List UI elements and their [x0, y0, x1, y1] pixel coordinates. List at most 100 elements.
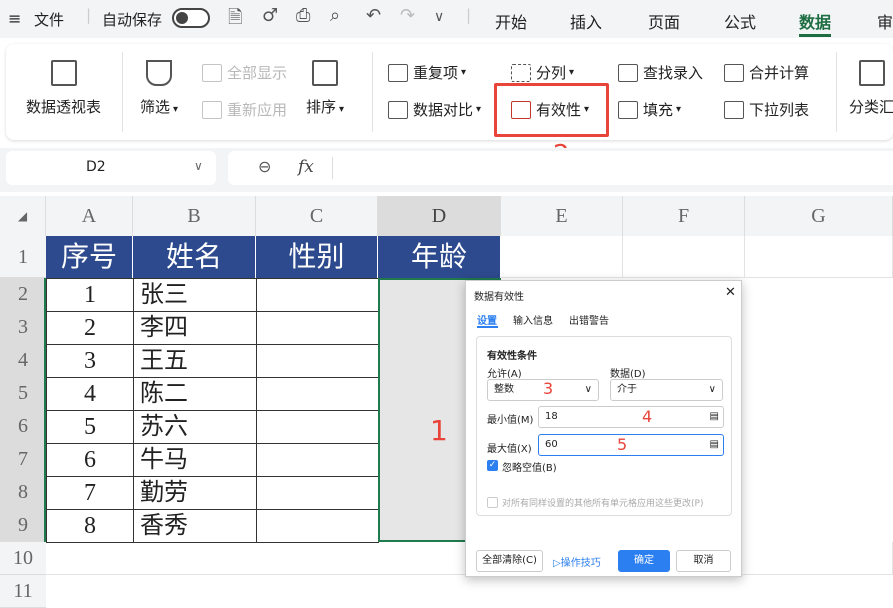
- gender-cell[interactable]: [256, 344, 379, 378]
- split-column-button[interactable]: 分列 ▾: [511, 62, 574, 83]
- column-header-g[interactable]: G: [745, 196, 893, 236]
- seq-cell[interactable]: 4: [46, 377, 134, 411]
- chevron-down-icon[interactable]: ∨: [434, 9, 444, 25]
- show-all-button[interactable]: 全部显示: [202, 62, 287, 83]
- gender-cell[interactable]: [256, 509, 379, 543]
- row-header-9[interactable]: 9: [0, 509, 46, 542]
- row-header-4[interactable]: 4: [0, 344, 46, 377]
- seq-cell[interactable]: 7: [46, 476, 134, 510]
- column-header-f[interactable]: F: [623, 196, 745, 236]
- cell[interactable]: [623, 236, 745, 278]
- consolidate-button[interactable]: 合并计算: [724, 62, 809, 83]
- ignore-blank-checkbox[interactable]: ✓: [487, 460, 498, 471]
- duplicates-button[interactable]: 重复项 ▾: [388, 62, 466, 83]
- range-picker-icon[interactable]: ▤: [710, 435, 719, 455]
- column-header-d[interactable]: D: [378, 196, 501, 236]
- undo-icon[interactable]: ↶: [366, 5, 381, 26]
- tab-input-message[interactable]: 输入信息: [513, 312, 553, 327]
- tab-review[interactable]: 审: [877, 9, 893, 33]
- name-cell[interactable]: 陈二: [133, 377, 257, 411]
- tab-data[interactable]: 数据: [799, 9, 832, 37]
- reapply-button[interactable]: 重新应用: [202, 99, 287, 120]
- allow-value: 整数: [494, 384, 514, 395]
- tab-page[interactable]: 页面: [648, 9, 680, 33]
- chevron-down-icon[interactable]: ∨: [194, 159, 203, 173]
- column-header-e[interactable]: E: [501, 196, 623, 236]
- tab-settings[interactable]: 设置: [477, 312, 497, 327]
- clear-all-button[interactable]: 全部清除(C): [476, 550, 543, 572]
- min-field[interactable]: 18 ▤: [538, 406, 724, 428]
- name-cell[interactable]: 牛马: [133, 443, 257, 477]
- header-cell-gender[interactable]: 性别: [256, 236, 378, 278]
- seq-cell[interactable]: 8: [46, 509, 134, 543]
- gender-cell[interactable]: [256, 410, 379, 444]
- seq-cell[interactable]: 1: [46, 278, 134, 312]
- file-menu[interactable]: 文件: [34, 9, 64, 30]
- max-field[interactable]: 60 ▤: [538, 434, 724, 456]
- column-header-b[interactable]: B: [133, 196, 256, 236]
- seq-cell[interactable]: 6: [46, 443, 134, 477]
- ok-button[interactable]: 确定: [618, 550, 670, 572]
- share-icon[interactable]: ♂: [262, 5, 278, 26]
- column-header-c[interactable]: C: [256, 196, 378, 236]
- data-select[interactable]: 介于 ∨: [610, 379, 723, 401]
- header-cell-seq[interactable]: 序号: [46, 236, 133, 278]
- row-header-11[interactable]: 11: [0, 575, 46, 608]
- save-icon[interactable]: 🗎: [228, 5, 242, 35]
- close-icon[interactable]: ✕: [725, 285, 736, 300]
- gender-cell[interactable]: [256, 278, 379, 312]
- seq-cell[interactable]: 2: [46, 311, 134, 345]
- autosave-toggle[interactable]: [172, 8, 210, 28]
- zoom-icon[interactable]: ⊖: [258, 157, 271, 176]
- apply-all-checkbox[interactable]: [487, 497, 498, 508]
- row-header-8[interactable]: 8: [0, 476, 46, 509]
- print-icon[interactable]: ⎙: [296, 5, 310, 26]
- gender-cell[interactable]: [256, 377, 379, 411]
- header-cell-name[interactable]: 姓名: [133, 236, 256, 278]
- cell[interactable]: [745, 236, 893, 278]
- row-header-3[interactable]: 3: [0, 311, 46, 344]
- row-header-6[interactable]: 6: [0, 410, 46, 443]
- row-header-5[interactable]: 5: [0, 377, 46, 410]
- select-all-corner[interactable]: ◢: [0, 196, 46, 236]
- name-cell[interactable]: 勤劳: [133, 476, 257, 510]
- gender-cell[interactable]: [256, 443, 379, 477]
- filter-button[interactable]: 筛选 ▾: [140, 60, 178, 117]
- tab-home[interactable]: 开始: [495, 9, 527, 33]
- compare-button[interactable]: 数据对比 ▾: [388, 99, 481, 120]
- name-cell[interactable]: 张三: [133, 278, 257, 312]
- gender-cell[interactable]: [256, 311, 379, 345]
- fill-button[interactable]: 填充 ▾: [618, 99, 681, 120]
- row-header-7[interactable]: 7: [0, 443, 46, 476]
- seq-cell[interactable]: 3: [46, 344, 134, 378]
- name-cell[interactable]: 李四: [133, 311, 257, 345]
- cancel-button[interactable]: 取消: [676, 550, 731, 572]
- pivot-table-button[interactable]: 数据透视表: [26, 60, 101, 117]
- gender-cell[interactable]: [256, 476, 379, 510]
- subtotal-button[interactable]: 分类汇: [849, 60, 893, 117]
- name-cell[interactable]: 香秀: [133, 509, 257, 543]
- cell[interactable]: [501, 236, 623, 278]
- name-box[interactable]: D2 ∨: [6, 151, 216, 185]
- dropdown-list-button[interactable]: 下拉列表: [724, 99, 809, 120]
- tab-insert[interactable]: 插入: [570, 9, 602, 33]
- range-picker-icon[interactable]: ▤: [710, 407, 719, 427]
- row-header-10[interactable]: 10: [0, 542, 46, 575]
- tips-link[interactable]: ▷操作技巧: [553, 554, 601, 569]
- tab-error-alert[interactable]: 出错警告: [569, 312, 609, 327]
- name-cell[interactable]: 王五: [133, 344, 257, 378]
- header-cell-age[interactable]: 年龄: [378, 236, 501, 278]
- find-entry-button[interactable]: 查找录入: [618, 62, 703, 83]
- formula-input[interactable]: ⊖ fx: [228, 151, 893, 185]
- tab-formula[interactable]: 公式: [724, 9, 756, 33]
- fx-icon[interactable]: fx: [298, 157, 314, 177]
- print-preview-icon[interactable]: ⌕: [330, 5, 340, 26]
- row-header-2[interactable]: 2: [0, 278, 46, 311]
- column-header-a[interactable]: A: [46, 196, 133, 236]
- redo-icon[interactable]: ↷: [400, 5, 415, 26]
- menu-icon[interactable]: ≡: [8, 9, 21, 28]
- sort-button[interactable]: 排序 ▾: [306, 60, 344, 117]
- name-cell[interactable]: 苏六: [133, 410, 257, 444]
- row-header-1[interactable]: 1: [0, 236, 46, 278]
- seq-cell[interactable]: 5: [46, 410, 134, 444]
